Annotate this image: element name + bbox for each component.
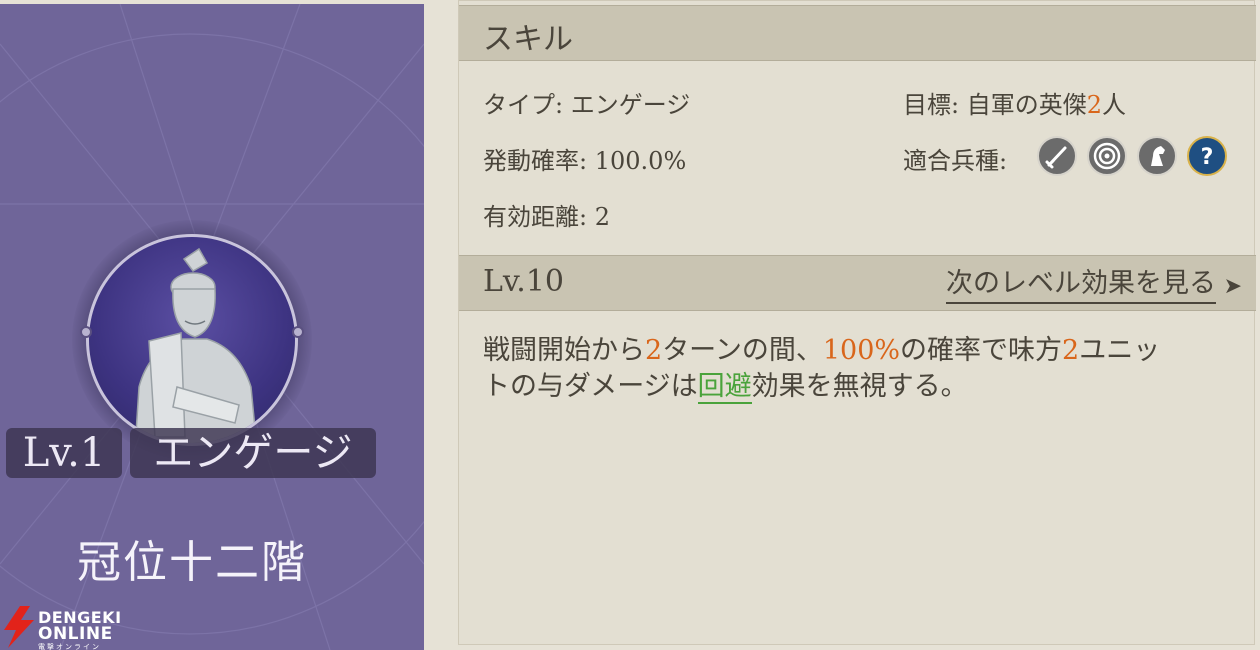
skill-portrait [86,234,298,446]
desc-text: ターンの間、 [662,335,823,366]
next-level-effect-link[interactable]: 次のレベル効果を見る [946,266,1216,304]
effective-range-row: 有効距離: 2 [483,197,610,232]
target-label: 目標: [903,91,960,119]
level-title: Lv.10 [483,264,565,299]
skill-type-value: エンゲージ [570,91,691,119]
skill-name-title: 冠位十二階 [77,537,307,588]
activation-rate-label: 発動確率: [483,147,588,175]
effective-range-value: 2 [594,203,611,231]
target-prefix: 自軍の英傑 [966,91,1087,119]
skill-type-row: タイプ: エンゲージ [483,85,690,120]
activation-rate-row: 発動確率: 100.0% [483,141,686,176]
target-suffix: 人 [1102,91,1127,119]
desc-turns-value: 2 [645,335,663,366]
desc-rate-value: 100% [822,335,901,366]
skill-detail-panel: スキル タイプ: エンゲージ 発動確率: 100.0% 有効距離: 2 目標: … [458,0,1256,645]
logo-text-japanese: 電撃オンライン [38,643,101,650]
evasion-keyword-link[interactable]: 回避 [697,371,752,404]
target-icon[interactable] [1087,136,1127,176]
desc-unit-count: 2 [1062,335,1080,366]
dengeki-online-logo: DENGEKI ONLINE 電撃オンライン [0,604,130,650]
svg-text:?: ? [1201,145,1214,170]
skill-card: Lv.1 エンゲージ 冠位十二階 [0,4,424,650]
logo-text-online: ONLINE [38,624,113,644]
activation-rate-value: 100.0% [594,147,687,175]
lightning-bolt-icon [4,606,34,648]
desc-text: 戦闘開始から [483,335,645,366]
ring-ornament-right [292,326,304,338]
question-icon[interactable]: ? [1187,136,1227,176]
statue-figure-image [134,247,258,443]
card-level-badge: Lv.1 [6,428,122,478]
horse-icon[interactable] [1137,136,1177,176]
target-row: 目標: 自軍の英傑2人 [903,85,1126,120]
desc-text: ユニッ [1079,335,1161,366]
skill-type-label: タイプ: [483,91,564,119]
card-type-badge: エンゲージ [130,428,376,478]
desc-text: の確率で味方 [900,335,1063,366]
desc-text: トの与ダメージは [483,371,698,402]
skill-section-title: スキル [483,22,573,57]
troop-type-label: 適合兵種: [903,147,1008,175]
ring-ornament-left [80,326,92,338]
target-count: 2 [1086,91,1103,119]
desc-text: 効果を無視する。 [751,371,968,402]
chevron-right-icon[interactable]: ➤ [1224,274,1242,299]
skill-effect-description: 戦闘開始から2ターンの間、100%の確率で味方2ユニッ トの与ダメージは回避効果… [483,333,1223,405]
troop-type-row: 適合兵種: [903,141,1007,176]
effective-range-label: 有効距離: [483,203,588,231]
level-section-header: Lv.10 次のレベル効果を見る ➤ [459,255,1256,311]
skill-section-header: スキル [459,5,1256,61]
sword-icon[interactable] [1037,136,1077,176]
